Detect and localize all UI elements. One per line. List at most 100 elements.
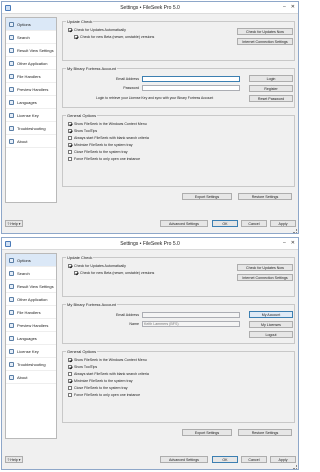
- ok-button[interactable]: OK: [212, 456, 238, 463]
- tooltips-checkbox[interactable]: [68, 365, 72, 369]
- reset-password-button[interactable]: Reset Password: [249, 95, 293, 102]
- update-check-title: Update Check: [66, 255, 94, 260]
- minimize-tray-checkbox[interactable]: [68, 379, 72, 383]
- option-tooltips[interactable]: Show ToolTips: [68, 129, 97, 133]
- restore-settings-button[interactable]: Restore Settings: [238, 429, 292, 436]
- option-single-instance[interactable]: Force FileSeek to only open one instance: [68, 393, 140, 397]
- sidebar-item-file-handlers[interactable]: File Handlers: [6, 70, 56, 83]
- sidebar-item-license-key[interactable]: License Key: [6, 345, 56, 358]
- export-settings-button[interactable]: Export Settings: [182, 193, 232, 200]
- option-context-menu[interactable]: Show FileSeek in the Windows Context Men…: [68, 122, 147, 126]
- title-bar: Settings • FileSeek Pro 5.0 – ✕: [2, 238, 298, 250]
- key-icon: [9, 112, 14, 118]
- sidebar-item-preview-handlers[interactable]: Preview Handlers: [6, 83, 56, 96]
- option-blank-criteria[interactable]: Always start FileSeek with blank search …: [68, 372, 149, 376]
- general-options-group: General Options Show FileSeek in the Win…: [62, 349, 295, 423]
- login-button[interactable]: Login: [249, 75, 293, 82]
- troubleshooting-icon: [9, 125, 14, 131]
- beta-checkbox-row[interactable]: Check for new Beta (newer, unstable) ver…: [74, 35, 154, 39]
- close-tray-checkbox[interactable]: [68, 150, 72, 154]
- sidebar-item-languages[interactable]: Languages: [6, 96, 56, 109]
- close-icon[interactable]: ✕: [291, 240, 295, 246]
- option-minimize-tray[interactable]: Minimize FileSeek to the system tray: [68, 379, 133, 383]
- account-group: My Binary Fortress Account Email Address…: [62, 302, 295, 344]
- internet-connection-settings-button[interactable]: Internet Connection Settings: [237, 38, 293, 45]
- resize-grip[interactable]: [293, 229, 297, 233]
- context-menu-checkbox[interactable]: [68, 358, 72, 362]
- password-field[interactable]: [142, 85, 240, 91]
- update-check-group: Update Check Check for Updates Automatic…: [62, 255, 295, 297]
- export-settings-button[interactable]: Export Settings: [182, 429, 232, 436]
- internet-connection-settings-button[interactable]: Internet Connection Settings: [237, 274, 293, 281]
- sidebar-item-file-handlers[interactable]: File Handlers: [6, 306, 56, 319]
- context-menu-checkbox[interactable]: [68, 122, 72, 126]
- close-tray-checkbox[interactable]: [68, 386, 72, 390]
- sidebar-item-about[interactable]: About: [6, 135, 56, 148]
- chevron-down-icon: ▾: [18, 221, 21, 226]
- email-field[interactable]: [142, 76, 240, 82]
- check-updates-now-button[interactable]: Check for Updates Now: [237, 28, 293, 35]
- blank-criteria-checkbox[interactable]: [68, 372, 72, 376]
- advanced-settings-button[interactable]: Advanced Settings: [160, 220, 208, 227]
- apply-button[interactable]: Apply: [270, 220, 296, 227]
- option-blank-criteria[interactable]: Always start FileSeek with blank search …: [68, 136, 149, 140]
- option-tooltips[interactable]: Show ToolTips: [68, 365, 97, 369]
- sidebar-item-preview-handlers[interactable]: Preview Handlers: [6, 319, 56, 332]
- minimize-icon[interactable]: –: [283, 240, 286, 246]
- sidebar-item-options[interactable]: Options: [6, 254, 56, 267]
- application-icon: [9, 60, 14, 66]
- advanced-settings-button[interactable]: Advanced Settings: [160, 456, 208, 463]
- sidebar-item-options[interactable]: Options: [6, 18, 56, 31]
- sidebar-item-languages[interactable]: Languages: [6, 332, 56, 345]
- close-icon[interactable]: ✕: [291, 4, 295, 10]
- beta-checkbox-row[interactable]: Check for new Beta (newer, unstable) ver…: [74, 271, 154, 275]
- beta-checkbox[interactable]: [74, 35, 78, 39]
- option-context-menu[interactable]: Show FileSeek in the Windows Context Men…: [68, 358, 147, 362]
- option-close-tray[interactable]: Close FileSeek to the system tray: [68, 386, 128, 390]
- cancel-button[interactable]: Cancel: [241, 456, 267, 463]
- ok-button[interactable]: OK: [212, 220, 238, 227]
- blank-criteria-checkbox[interactable]: [68, 136, 72, 140]
- sidebar-item-about[interactable]: About: [6, 371, 56, 384]
- sidebar-item-other-application[interactable]: Other Application: [6, 293, 56, 306]
- apply-button[interactable]: Apply: [270, 456, 296, 463]
- auto-update-checkbox[interactable]: [68, 264, 72, 268]
- sidebar-item-other-application[interactable]: Other Application: [6, 57, 56, 70]
- account-title: My Binary Fortress Account: [66, 66, 117, 71]
- register-button[interactable]: Register: [249, 85, 293, 92]
- minimize-tray-checkbox[interactable]: [68, 143, 72, 147]
- sidebar-item-troubleshooting[interactable]: Troubleshooting: [6, 358, 56, 371]
- sidebar-item-result-view-settings[interactable]: Result View Settings: [6, 44, 56, 57]
- preview-icon: [9, 86, 14, 92]
- tooltips-checkbox[interactable]: [68, 129, 72, 133]
- logout-button[interactable]: Logout: [249, 331, 293, 338]
- bottom-bar: ? Help ▾ Advanced Settings OK Cancel Apply: [2, 214, 298, 233]
- beta-checkbox[interactable]: [74, 271, 78, 275]
- help-button[interactable]: ? Help ▾: [5, 220, 23, 227]
- auto-update-checkbox[interactable]: [68, 28, 72, 32]
- check-updates-now-button[interactable]: Check for Updates Now: [237, 264, 293, 271]
- sidebar-item-license-key[interactable]: License Key: [6, 109, 56, 122]
- option-close-tray[interactable]: Close FileSeek to the system tray: [68, 150, 128, 154]
- sidebar-item-search[interactable]: Search: [6, 31, 56, 44]
- single-instance-checkbox[interactable]: [68, 157, 72, 161]
- result-view-icon: [9, 283, 14, 289]
- restore-settings-button[interactable]: Restore Settings: [238, 193, 292, 200]
- help-button[interactable]: ? Help ▾: [5, 456, 23, 463]
- my-licenses-button[interactable]: My Licenses: [249, 321, 293, 328]
- cancel-button[interactable]: Cancel: [241, 220, 267, 227]
- window-title: Settings • FileSeek Pro 5.0: [120, 4, 180, 11]
- auto-update-checkbox-row[interactable]: Check for Updates Automatically: [68, 28, 126, 32]
- sidebar-item-search[interactable]: Search: [6, 267, 56, 280]
- update-check-title: Update Check: [66, 19, 94, 24]
- my-account-button[interactable]: My Account: [249, 311, 293, 318]
- sidebar-item-troubleshooting[interactable]: Troubleshooting: [6, 122, 56, 135]
- minimize-icon[interactable]: –: [283, 4, 286, 10]
- option-minimize-tray[interactable]: Minimize FileSeek to the system tray: [68, 143, 133, 147]
- window-title: Settings • FileSeek Pro 5.0: [120, 240, 180, 247]
- option-single-instance[interactable]: Force FileSeek to only open one instance: [68, 157, 140, 161]
- auto-update-checkbox-row[interactable]: Check for Updates Automatically: [68, 264, 126, 268]
- resize-grip[interactable]: [293, 465, 297, 469]
- sidebar-item-result-view-settings[interactable]: Result View Settings: [6, 280, 56, 293]
- single-instance-checkbox[interactable]: [68, 393, 72, 397]
